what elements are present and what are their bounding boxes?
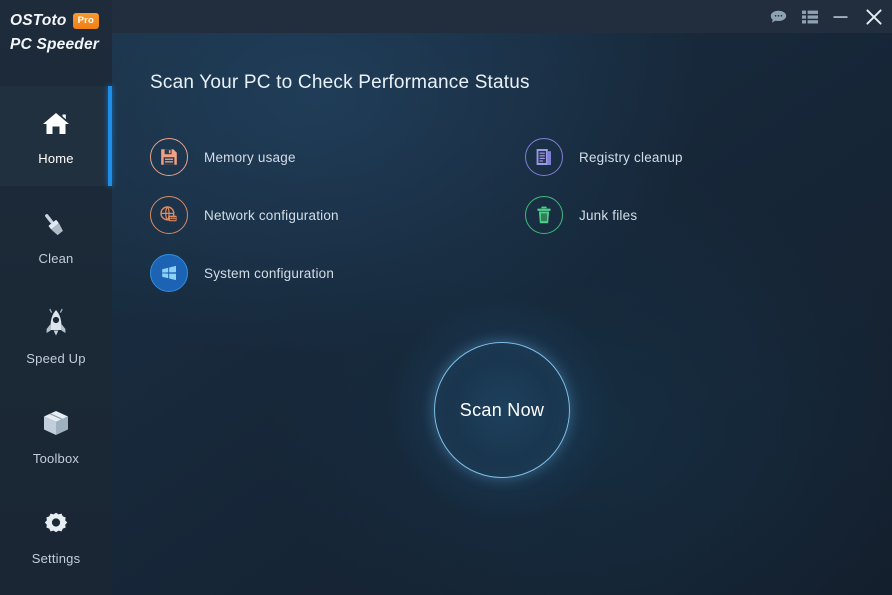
- feature-registry-cleanup: Registry cleanup: [525, 128, 850, 186]
- sidebar-item-label: Home: [38, 151, 74, 166]
- rocket-icon: [39, 306, 73, 340]
- sidebar-item-speed-up[interactable]: Speed Up: [0, 286, 112, 386]
- windows-logo-icon: [150, 254, 188, 292]
- chat-bubble-icon: [770, 10, 787, 24]
- window-controls: [763, 0, 892, 33]
- sidebar-item-label: Toolbox: [32, 451, 80, 466]
- title-bar: [112, 0, 892, 33]
- brand-subtitle: PC Speeder: [10, 36, 100, 53]
- minimize-button[interactable]: [825, 0, 856, 33]
- main-panel: Scan Your PC to Check Performance Status…: [112, 0, 892, 595]
- scan-button-area: Scan Now: [372, 280, 632, 540]
- feature-junk-files: Junk files: [525, 186, 850, 244]
- app-logo: OSToto Pro PC Speeder: [0, 0, 112, 86]
- page-title: Scan Your PC to Check Performance Status: [150, 72, 530, 93]
- sidebar-item-label: Clean: [38, 251, 74, 266]
- feedback-button[interactable]: [763, 0, 794, 33]
- sidebar-item-clean[interactable]: Clean: [0, 186, 112, 286]
- close-button[interactable]: [856, 0, 892, 33]
- pro-badge: Pro: [72, 13, 100, 29]
- gear-icon: [39, 506, 73, 540]
- list-menu-icon: [801, 10, 818, 24]
- sidebar: OSToto Pro PC Speeder Home Clean Speed U…: [0, 0, 112, 595]
- floppy-disk-icon: [150, 138, 188, 176]
- network-icon: [150, 196, 188, 234]
- feature-label: Memory usage: [204, 149, 296, 165]
- sidebar-item-label: Settings: [31, 551, 81, 566]
- brand-name: OSToto: [10, 12, 67, 29]
- close-icon: [866, 8, 882, 25]
- trash-can-icon: [525, 196, 563, 234]
- sidebar-item-settings[interactable]: Settings: [0, 486, 112, 586]
- app-window: OSToto Pro PC Speeder Home Clean Speed U…: [0, 0, 892, 595]
- registry-document-icon: [525, 138, 563, 176]
- feature-label: System configuration: [204, 265, 335, 281]
- menu-button[interactable]: [794, 0, 825, 33]
- feature-label: Registry cleanup: [579, 149, 683, 165]
- box-icon: [39, 406, 73, 440]
- brand-name-row: OSToto Pro: [10, 12, 112, 30]
- feature-memory-usage: Memory usage: [150, 128, 525, 186]
- sidebar-item-label: Speed Up: [26, 351, 86, 366]
- feature-label: Network configuration: [204, 207, 339, 223]
- scan-now-button[interactable]: Scan Now: [434, 342, 570, 478]
- home-icon: [39, 106, 73, 140]
- feature-list: Memory usage Registry cleanup Network co…: [150, 128, 850, 302]
- feature-label: Junk files: [579, 207, 638, 223]
- sidebar-item-toolbox[interactable]: Toolbox: [0, 386, 112, 486]
- brush-icon: [39, 206, 73, 240]
- minimize-icon: [833, 11, 848, 23]
- feature-network-configuration: Network configuration: [150, 186, 525, 244]
- sidebar-item-home[interactable]: Home: [0, 86, 112, 186]
